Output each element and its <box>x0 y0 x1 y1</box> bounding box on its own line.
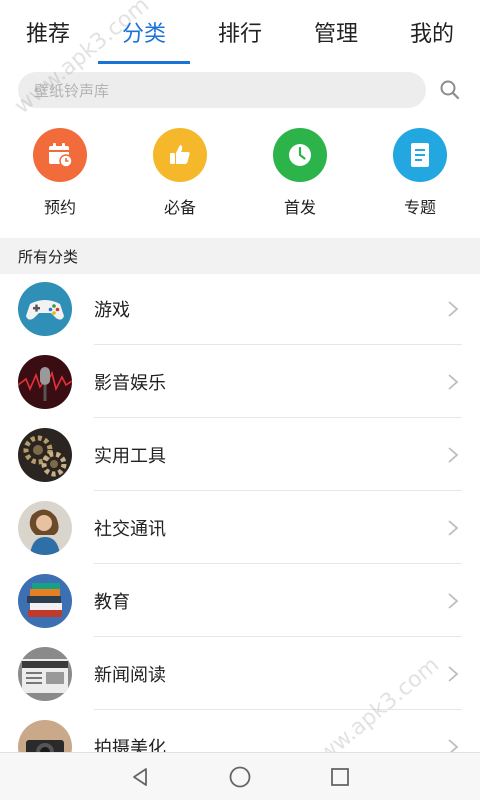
category-label: 游戏 <box>94 299 130 321</box>
clock-icon <box>273 128 327 182</box>
search-input[interactable]: 壁纸铃声库 <box>18 72 426 108</box>
chevron-right-icon <box>448 300 459 317</box>
chevron-right-icon <box>448 592 459 609</box>
tab-category[interactable]: 分类 <box>96 0 192 64</box>
quick-link-label: 专题 <box>403 198 436 217</box>
newspaper-icon <box>18 646 72 701</box>
chevron-right-icon <box>448 373 459 390</box>
quick-link-debut[interactable]: 首发 <box>240 128 360 228</box>
category-list: 游戏 影音娱乐 实用工具 社交通讯 教育 新闻阅读 拍摄美化 <box>0 272 480 783</box>
category-item-education[interactable]: 教育 <box>0 564 480 637</box>
category-item-social[interactable]: 社交通讯 <box>0 491 480 564</box>
category-label: 实用工具 <box>94 445 166 467</box>
category-item-games[interactable]: 游戏 <box>0 272 480 345</box>
category-label: 教育 <box>94 591 130 613</box>
quick-link-essential[interactable]: 必备 <box>120 128 240 228</box>
calendar-clock-icon <box>33 128 87 182</box>
back-icon[interactable] <box>125 762 155 792</box>
quick-link-label: 必备 <box>163 198 196 217</box>
chevron-right-icon <box>448 665 459 682</box>
quick-link-label: 预约 <box>43 198 76 217</box>
recent-apps-icon[interactable] <box>325 762 355 792</box>
category-item-tools[interactable]: 实用工具 <box>0 418 480 491</box>
quick-links: 预约 必备 首发 专题 <box>0 128 480 228</box>
category-label: 新闻阅读 <box>94 664 166 686</box>
quick-link-reserve[interactable]: 预约 <box>0 128 120 228</box>
tab-recommend[interactable]: 推荐 <box>0 0 96 64</box>
microphone-icon <box>18 354 72 409</box>
quick-link-label: 首发 <box>283 198 316 217</box>
quick-link-topics[interactable]: 专题 <box>360 128 480 228</box>
section-header: 所有分类 <box>0 238 480 274</box>
category-item-media[interactable]: 影音娱乐 <box>0 345 480 418</box>
thumbs-up-icon <box>153 128 207 182</box>
chevron-right-icon <box>448 519 459 536</box>
tab-manage[interactable]: 管理 <box>288 0 384 64</box>
top-tab-bar: 推荐 分类 排行 管理 我的 <box>0 0 480 64</box>
home-icon[interactable] <box>225 762 255 792</box>
search-placeholder: 壁纸铃声库 <box>34 81 110 100</box>
document-icon <box>393 128 447 182</box>
chevron-right-icon <box>448 446 459 463</box>
search-icon[interactable] <box>436 76 464 104</box>
category-label: 影音娱乐 <box>94 372 166 394</box>
tab-ranking[interactable]: 排行 <box>192 0 288 64</box>
books-icon <box>18 573 72 628</box>
gamepad-icon <box>18 281 72 336</box>
person-photo-icon <box>18 500 72 555</box>
category-label: 社交通讯 <box>94 518 166 540</box>
tab-mine[interactable]: 我的 <box>384 0 480 64</box>
system-nav-bar <box>0 752 480 800</box>
gears-icon <box>18 427 72 482</box>
category-item-news[interactable]: 新闻阅读 <box>0 637 480 710</box>
